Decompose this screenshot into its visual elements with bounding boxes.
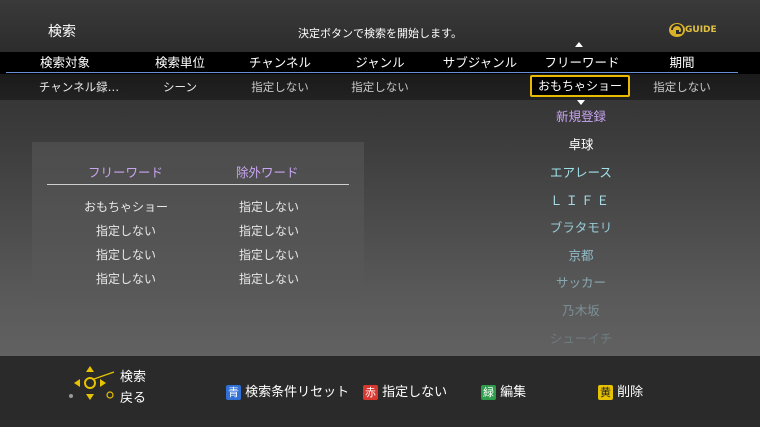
panel-exclude-value[interactable]: 指定しない bbox=[209, 270, 329, 287]
green-button-label: 編集 bbox=[500, 385, 527, 400]
logo-text: GUIDE bbox=[685, 25, 717, 35]
freeword-selected-value[interactable]: おもちゃショー bbox=[530, 75, 630, 97]
candidate-item[interactable]: 乃木坂 bbox=[521, 300, 641, 319]
panel-exclude-value[interactable]: 指定しない bbox=[209, 222, 329, 239]
value-period[interactable]: 指定しない bbox=[620, 74, 744, 100]
candidate-item[interactable]: ブラタモリ bbox=[521, 217, 641, 236]
nav-back-label[interactable]: 戻る bbox=[120, 387, 146, 406]
candidate-item[interactable]: エアレース bbox=[521, 162, 641, 181]
red-key-icon: 赤 bbox=[363, 385, 378, 400]
panel-divider bbox=[47, 184, 349, 185]
scroll-down-icon bbox=[577, 100, 585, 105]
freeword-panel: フリーワード 除外ワード おもちゃショー 指定しない 指定しない 指定しない 指… bbox=[32, 142, 364, 298]
blue-button-reset[interactable]: 青 検索条件リセット bbox=[226, 381, 349, 400]
panel-freeword-value[interactable]: 指定しない bbox=[66, 246, 186, 263]
panel-freeword-value[interactable]: おもちゃショー bbox=[66, 198, 186, 215]
yellow-button-label: 削除 bbox=[617, 385, 644, 400]
dpad-icon bbox=[66, 364, 122, 404]
nav-search-label: 検索 bbox=[120, 370, 147, 385]
candidate-item[interactable]: 京都 bbox=[521, 245, 641, 264]
green-button-edit[interactable]: 緑 編集 bbox=[481, 381, 526, 400]
yellow-key-icon: 黄 bbox=[598, 385, 613, 400]
value-subgenre[interactable] bbox=[416, 74, 544, 100]
column-header-search-target[interactable]: 検索対象 bbox=[0, 52, 130, 74]
panel-exclude-value[interactable]: 指定しない bbox=[209, 198, 329, 215]
candidate-item[interactable]: 新規登録 bbox=[521, 106, 641, 125]
panel-header-exclude-word: 除外ワード bbox=[236, 165, 299, 180]
column-header-row: 検索対象 検索単位 チャンネル ジャンル サブジャンル フリーワード 期間 bbox=[0, 52, 760, 74]
panel-freeword-value[interactable]: 指定しない bbox=[66, 222, 186, 239]
panel-header-freeword: フリーワード bbox=[88, 165, 164, 180]
yellow-button-delete[interactable]: 黄 削除 bbox=[598, 381, 643, 400]
red-button-unspecified[interactable]: 赤 指定しない bbox=[363, 381, 447, 400]
green-key-icon: 緑 bbox=[481, 385, 496, 400]
candidate-item[interactable]: ＬＩＦＥ bbox=[521, 190, 641, 209]
blue-key-icon: 青 bbox=[226, 385, 241, 400]
candidate-item[interactable]: サッカー bbox=[521, 272, 641, 291]
column-header-period[interactable]: 期間 bbox=[620, 52, 744, 74]
red-button-label: 指定しない bbox=[382, 385, 448, 400]
gguide-logo: GUIDE bbox=[668, 20, 717, 40]
candidate-item[interactable]: シューイチ bbox=[521, 328, 641, 347]
panel-exclude-value[interactable]: 指定しない bbox=[209, 246, 329, 263]
candidate-item[interactable]: 卓球 bbox=[521, 134, 641, 153]
panel-freeword-value[interactable]: 指定しない bbox=[66, 270, 186, 287]
instruction-text: 決定ボタンで検索を開始します。 bbox=[298, 27, 462, 40]
scroll-up-icon bbox=[575, 42, 583, 47]
blue-button-label: 検索条件リセット bbox=[245, 385, 350, 400]
column-value-row: チャンネル録… シーン 指定しない 指定しない 指定しない bbox=[0, 74, 760, 100]
